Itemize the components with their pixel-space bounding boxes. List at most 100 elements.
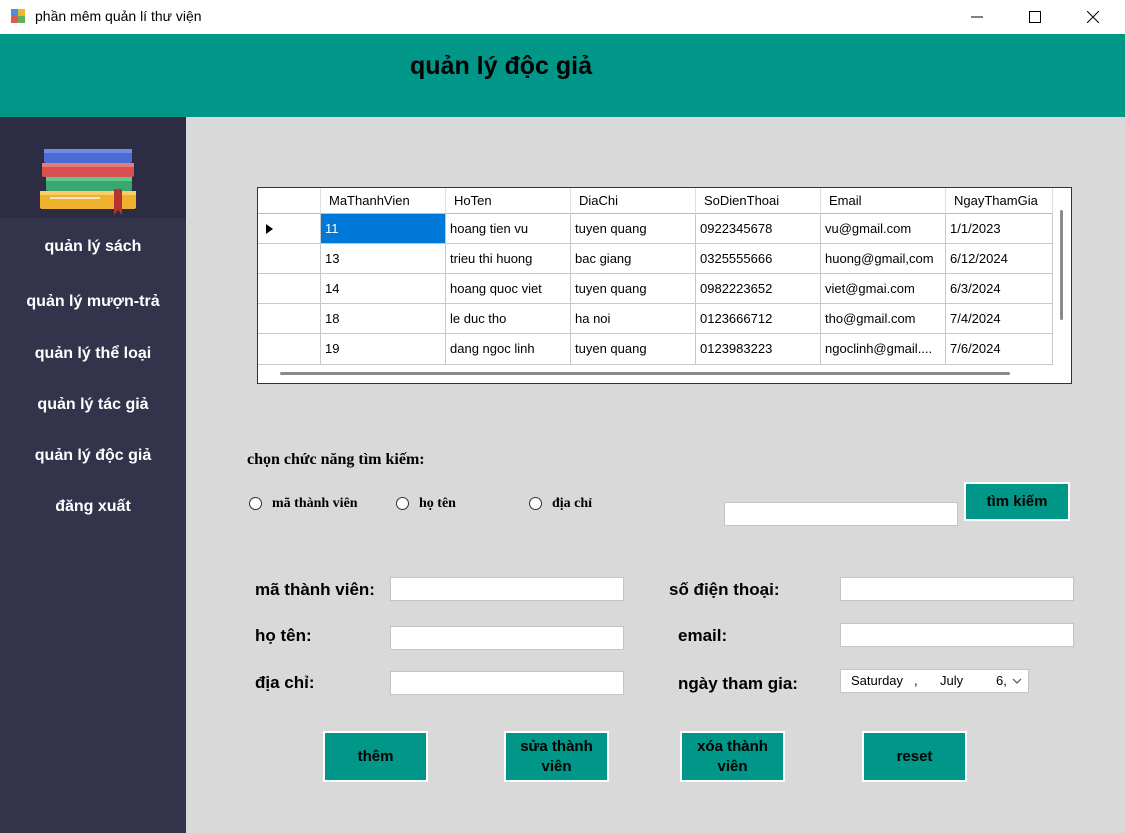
- minimize-icon: [971, 16, 983, 18]
- column-header-sodienthoai[interactable]: SoDienThoai: [696, 188, 821, 214]
- table-cell[interactable]: viet@gmai.com: [821, 274, 946, 304]
- row-header[interactable]: [258, 274, 321, 304]
- table-cell[interactable]: huong@gmail,com: [821, 244, 946, 274]
- app-icon: [11, 9, 25, 23]
- column-header-diachi[interactable]: DiaChi: [571, 188, 696, 214]
- radio-ma-thanh-vien[interactable]: [249, 497, 262, 510]
- sidebar-item-categories[interactable]: quản lý thể loại: [0, 345, 186, 363]
- label-ngay-tham-gia: ngày tham gia:: [678, 674, 798, 693]
- window-title: phần mêm quản lí thư viện: [35, 8, 202, 24]
- table-cell[interactable]: 0325555666: [696, 244, 821, 274]
- table-cell[interactable]: dang ngoc linh: [446, 334, 571, 365]
- title-bar: phần mêm quản lí thư viện: [0, 0, 1125, 34]
- horizontal-scroll-thumb[interactable]: [280, 372, 1010, 375]
- logo-area: [0, 117, 186, 218]
- table-cell[interactable]: 19: [321, 334, 446, 365]
- so-dien-thoai-field[interactable]: [840, 577, 1074, 601]
- table-cell[interactable]: bac giang: [571, 244, 696, 274]
- table-cell[interactable]: tuyen quang: [571, 274, 696, 304]
- table-cell[interactable]: le duc tho: [446, 304, 571, 334]
- maximize-button[interactable]: [1010, 0, 1060, 34]
- minimize-button[interactable]: [952, 0, 1002, 34]
- radio-dia-chi[interactable]: [529, 497, 542, 510]
- members-grid[interactable]: MaThanhVien HoTen DiaChi SoDienThoai Ema…: [257, 187, 1072, 384]
- row-header[interactable]: [258, 214, 321, 244]
- ma-thanh-vien-field[interactable]: [390, 577, 624, 601]
- sua-button-line1: sửa thành: [520, 737, 593, 755]
- table-cell[interactable]: 6/3/2024: [946, 274, 1053, 304]
- ho-ten-field[interactable]: [390, 626, 624, 650]
- date-separator: ,: [914, 673, 918, 688]
- sidebar-item-books[interactable]: quản lý sách: [0, 238, 186, 256]
- label-dia-chi: địa chỉ:: [255, 673, 315, 692]
- grid-corner-header: [258, 188, 321, 214]
- xoa-button-line1: xóa thành: [697, 737, 768, 755]
- label-email: email:: [678, 626, 728, 645]
- grid-body: MaThanhVien HoTen DiaChi SoDienThoai Ema…: [258, 188, 1053, 365]
- table-cell[interactable]: tho@gmail.com: [821, 304, 946, 334]
- ngay-tham-gia-picker[interactable]: Saturday , July 6,: [840, 669, 1029, 693]
- sua-thanh-vien-button[interactable]: sửa thành viên: [504, 731, 609, 782]
- radio-ho-ten[interactable]: [396, 497, 409, 510]
- dia-chi-field[interactable]: [390, 671, 624, 695]
- row-header[interactable]: [258, 244, 321, 274]
- page-title: quản lý độc giả: [410, 52, 592, 80]
- search-button[interactable]: tìm kiếm: [964, 482, 1070, 521]
- sidebar-item-borrow-return[interactable]: quản lý mượn-trả: [0, 293, 186, 311]
- table-cell[interactable]: 7/6/2024: [946, 334, 1053, 365]
- table-cell[interactable]: 7/4/2024: [946, 304, 1053, 334]
- sidebar: [0, 117, 186, 833]
- table-cell[interactable]: ngoclinh@gmail....: [821, 334, 946, 365]
- date-day: 6,: [996, 673, 1007, 688]
- column-header-mathanhvien[interactable]: MaThanhVien: [321, 188, 446, 214]
- them-button[interactable]: thêm: [323, 731, 428, 782]
- chevron-down-icon[interactable]: [1012, 678, 1022, 685]
- row-header[interactable]: [258, 334, 321, 365]
- close-button[interactable]: [1068, 0, 1118, 34]
- sua-button-line2: viên: [541, 757, 572, 775]
- column-header-ngaythamgia[interactable]: NgayThamGia: [946, 188, 1053, 214]
- sidebar-item-readers[interactable]: quản lý độc giả: [0, 447, 186, 465]
- table-cell[interactable]: hoang tien vu: [446, 214, 571, 244]
- row-header[interactable]: [258, 304, 321, 334]
- table-cell[interactable]: vu@gmail.com: [821, 214, 946, 244]
- table-cell[interactable]: tuyen quang: [571, 334, 696, 365]
- radio-label-ma-thanh-vien: mã thành viên: [272, 496, 358, 511]
- radio-label-dia-chi: địa chỉ: [552, 496, 593, 511]
- books-icon: [40, 149, 136, 215]
- reset-button[interactable]: reset: [862, 731, 967, 782]
- close-icon: [1087, 11, 1099, 23]
- table-cell[interactable]: 6/12/2024: [946, 244, 1053, 274]
- column-header-hoten[interactable]: HoTen: [446, 188, 571, 214]
- label-ma-thanh-vien: mã thành viên:: [255, 580, 375, 599]
- xoa-thanh-vien-button[interactable]: xóa thành viên: [680, 731, 785, 782]
- table-cell[interactable]: 0922345678: [696, 214, 821, 244]
- table-cell[interactable]: 0123666712: [696, 304, 821, 334]
- horizontal-scrollbar[interactable]: [258, 365, 1071, 383]
- sidebar-item-logout[interactable]: đăng xuất: [0, 498, 186, 516]
- search-title: chọn chức năng tìm kiếm:: [247, 451, 425, 468]
- radio-label-ho-ten: họ tên: [419, 496, 456, 511]
- table-cell[interactable]: 18: [321, 304, 446, 334]
- table-cell[interactable]: 11: [321, 214, 446, 244]
- current-row-arrow-icon: [266, 224, 273, 234]
- table-cell[interactable]: trieu thi huong: [446, 244, 571, 274]
- table-cell[interactable]: 0982223652: [696, 274, 821, 304]
- date-month: July: [940, 673, 964, 688]
- table-cell[interactable]: 14: [321, 274, 446, 304]
- vertical-scrollbar[interactable]: [1053, 188, 1071, 365]
- maximize-icon: [1029, 11, 1041, 23]
- table-cell[interactable]: 1/1/2023: [946, 214, 1053, 244]
- vertical-scroll-thumb[interactable]: [1060, 210, 1063, 320]
- table-cell[interactable]: ha noi: [571, 304, 696, 334]
- table-cell[interactable]: hoang quoc viet: [446, 274, 571, 304]
- table-cell[interactable]: 13: [321, 244, 446, 274]
- email-field[interactable]: [840, 623, 1074, 647]
- search-input[interactable]: [724, 502, 958, 526]
- date-weekday: Saturday: [851, 673, 904, 688]
- column-header-email[interactable]: Email: [821, 188, 946, 214]
- table-cell[interactable]: tuyen quang: [571, 214, 696, 244]
- label-ho-ten: họ tên:: [255, 626, 312, 645]
- sidebar-item-authors[interactable]: quản lý tác giả: [0, 396, 186, 414]
- table-cell[interactable]: 0123983223: [696, 334, 821, 365]
